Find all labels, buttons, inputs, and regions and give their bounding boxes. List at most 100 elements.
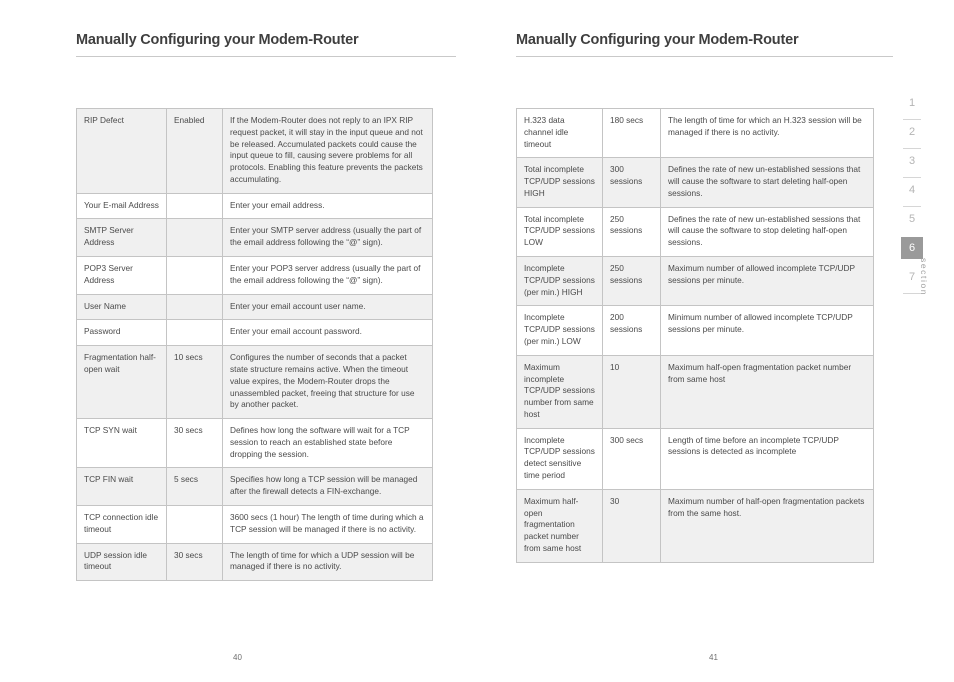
table-cell-description: Enter your POP3 server address (usually …	[222, 256, 433, 295]
table-cell-name: Total incomplete TCP/UDP sessions LOW	[516, 206, 603, 258]
table-cell-value: 10	[602, 354, 661, 429]
table-cell-description: The length of time for which an H.323 se…	[660, 107, 874, 159]
table-row: TCP SYN wait 30 secs Defines how long the …	[76, 418, 433, 469]
section-rail-label: section	[919, 258, 929, 297]
table-cell-value: 300 sessions	[602, 157, 661, 208]
table-row: User Name Enter your email account user n…	[76, 293, 433, 321]
table-row: Your E-mail Address Enter your email addr…	[76, 192, 433, 220]
table-row: Incomplete TCP/UDP sessions (per min.) H…	[516, 256, 874, 307]
table-row: Password Enter your email account passwor…	[76, 319, 433, 347]
table-cell-name: Fragmentation half-open wait	[76, 345, 167, 420]
table-cell-value: 250 sessions	[602, 206, 661, 258]
title-divider	[76, 56, 456, 57]
left-page: Manually Configuring your Modem-Router R…	[0, 0, 477, 682]
page-title: Manually Configuring your Modem-Router	[76, 32, 359, 48]
section-rail-item-2[interactable]: 2	[901, 121, 923, 150]
table-cell-description: Length of time before an incomplete TCP/…	[660, 427, 874, 490]
table-cell-value: 200 sessions	[602, 305, 661, 356]
table-cell-value: 250 sessions	[602, 256, 661, 307]
table-cell-value	[166, 218, 223, 258]
table-cell-name: POP3 Server Address	[76, 256, 167, 295]
table-cell-description: Maximum number of allowed incomplete TCP…	[660, 256, 874, 307]
section-rail-number: 4	[908, 184, 916, 196]
table-cell-value: 5 secs	[166, 467, 223, 506]
table-cell-value: 10 secs	[166, 345, 223, 420]
table-cell-description: Defines the rate of new un-established s…	[660, 206, 874, 258]
table-cell-name: Incomplete TCP/UDP sessions (per min.) L…	[516, 305, 603, 356]
table-row: Total incomplete TCP/UDP sessions HIGH 30…	[516, 157, 874, 208]
table-cell-value	[166, 293, 223, 321]
right-page: Manually Configuring your Modem-Router H…	[477, 0, 954, 682]
table-cell-value	[166, 504, 223, 544]
table-cell-name: Total incomplete TCP/UDP sessions HIGH	[516, 157, 603, 208]
table-cell-description: The length of time for which a UDP sessi…	[222, 542, 433, 582]
section-rail-item-3[interactable]: 3	[901, 150, 923, 179]
table-cell-value: 30 secs	[166, 542, 223, 582]
table-cell-description: Specifies how long a TCP session will be…	[222, 467, 433, 506]
table-cell-description: Defines the rate of new un-established s…	[660, 157, 874, 208]
table-cell-name: TCP connection idle timeout	[76, 504, 167, 544]
table-cell-description: Enter your email address.	[222, 192, 433, 220]
settings-table-left: RIP Defect Enabled If the Modem-Router doe…	[76, 108, 433, 582]
table-cell-name: Incomplete TCP/UDP sessions detect sensi…	[516, 427, 603, 490]
section-rail-number: 2	[908, 126, 916, 138]
table-cell-value: 30 secs	[166, 418, 223, 469]
table-cell-name: Your E-mail Address	[76, 192, 167, 220]
table-row: SMTP Server Address Enter your SMTP serve…	[76, 218, 433, 258]
section-rail-number: 6	[901, 237, 923, 259]
table-cell-description: Defines how long the software will wait …	[222, 418, 433, 469]
page-number: 40	[233, 653, 242, 662]
table-row: TCP FIN wait 5 secs Specifies how long a T…	[76, 467, 433, 506]
table-row: H.323 data channel idle timeout 180 secs T…	[516, 107, 874, 159]
table-cell-description: Enter your email account user name.	[222, 293, 433, 321]
page-title: Manually Configuring your Modem-Router	[516, 32, 799, 48]
section-rail-number: 5	[908, 213, 916, 225]
table-body-right: H.323 data channel idle timeout 180 secs T…	[516, 107, 874, 563]
table-cell-name: Password	[76, 319, 167, 347]
page-number: 41	[709, 653, 718, 662]
table-row: Maximum half-open fragmentation packet n…	[516, 488, 874, 563]
table-cell-description: Maximum half-open fragmentation packet n…	[660, 354, 874, 429]
table-cell-name: SMTP Server Address	[76, 218, 167, 258]
section-rail-divider	[903, 148, 921, 149]
section-rail-divider	[903, 206, 921, 207]
section-rail-divider	[903, 177, 921, 178]
table-row: Incomplete TCP/UDP sessions detect sensi…	[516, 427, 874, 490]
table-cell-description: Enter your email account password.	[222, 319, 433, 347]
table-row: RIP Defect Enabled If the Modem-Router doe…	[76, 108, 433, 194]
title-divider	[516, 56, 893, 57]
table-row: Maximum incomplete TCP/UDP sessions numb…	[516, 354, 874, 429]
section-rail-item-5[interactable]: 5	[901, 208, 923, 237]
table-cell-description: 3600 secs (1 hour) The length of time du…	[222, 504, 433, 544]
table-cell-description: Enter your SMTP server address (usually …	[222, 218, 433, 258]
table-cell-name: Maximum half-open fragmentation packet n…	[516, 488, 603, 563]
table-body-left: RIP Defect Enabled If the Modem-Router doe…	[76, 108, 433, 582]
section-rail-item-1[interactable]: 1	[901, 92, 923, 121]
table-row: TCP connection idle timeout 3600 secs (1 …	[76, 504, 433, 544]
table-cell-name: TCP FIN wait	[76, 467, 167, 506]
table-row: Fragmentation half-open wait 10 secs Confi…	[76, 345, 433, 420]
table-cell-name: UDP session idle timeout	[76, 542, 167, 582]
table-cell-name: H.323 data channel idle timeout	[516, 107, 603, 159]
table-cell-name: TCP SYN wait	[76, 418, 167, 469]
table-cell-description: Configures the number of seconds that a …	[222, 345, 433, 420]
section-rail-item-4[interactable]: 4	[901, 179, 923, 208]
section-rail-number: 1	[908, 97, 916, 109]
table-cell-description: Minimum number of allowed incomplete TCP…	[660, 305, 874, 356]
table-cell-description: If the Modem-Router does not reply to an…	[222, 108, 433, 194]
section-rail-divider	[903, 119, 921, 120]
table-cell-value	[166, 319, 223, 347]
table-cell-description: Maximum number of half-open fragmentatio…	[660, 488, 874, 563]
table-cell-name: RIP Defect	[76, 108, 167, 194]
section-rail-divider	[903, 235, 921, 236]
table-cell-name: Incomplete TCP/UDP sessions (per min.) H…	[516, 256, 603, 307]
table-cell-name: User Name	[76, 293, 167, 321]
table-row: Incomplete TCP/UDP sessions (per min.) L…	[516, 305, 874, 356]
table-row: POP3 Server Address Enter your POP3 serve…	[76, 256, 433, 295]
table-cell-name: Maximum incomplete TCP/UDP sessions numb…	[516, 354, 603, 429]
table-cell-value: 180 secs	[602, 107, 661, 159]
table-cell-value: 300 secs	[602, 427, 661, 490]
table-cell-value: Enabled	[166, 108, 223, 194]
section-rail-number: 3	[908, 155, 916, 167]
settings-table-right: H.323 data channel idle timeout 180 secs T…	[516, 107, 874, 563]
